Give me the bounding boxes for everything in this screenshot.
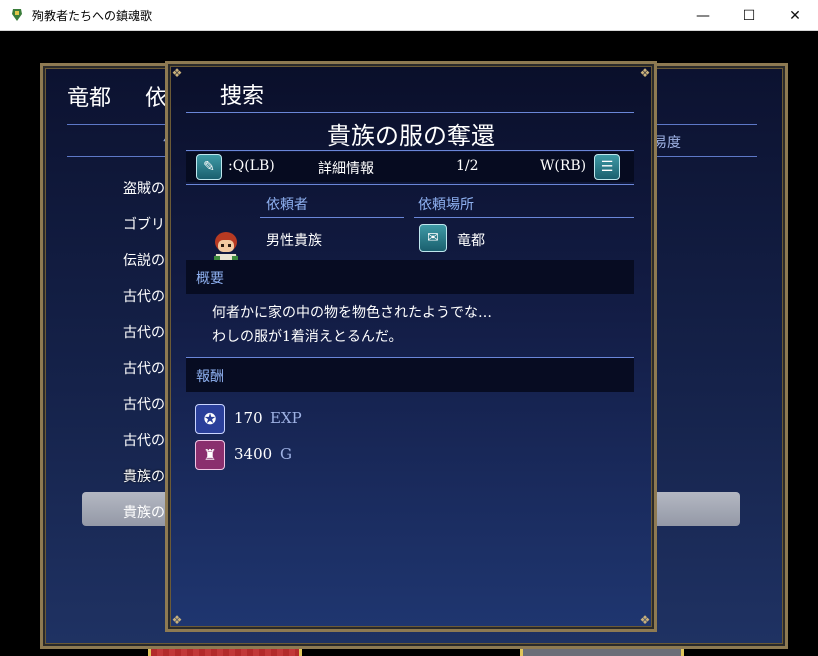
list-item[interactable]: 貴族の <box>123 502 165 522</box>
next-page-hint[interactable]: W(RB) <box>540 158 586 174</box>
frame-ornament-icon: ❖ <box>639 613 651 627</box>
exp-value: 170 <box>234 409 263 427</box>
page-indicator: 1/2 <box>456 158 479 174</box>
gold-icon: ♜ <box>195 440 225 470</box>
book-next-icon[interactable]: ☰ <box>594 154 620 180</box>
list-item[interactable]: 古代の <box>123 430 165 450</box>
frame-ornament-icon: ❖ <box>171 613 183 627</box>
book-prev-icon[interactable]: ✎ <box>196 154 222 180</box>
divider <box>414 217 634 218</box>
reward-header: 報酬 <box>186 358 634 392</box>
place-value: 竜都 <box>457 233 485 249</box>
gold-unit: G <box>280 445 292 463</box>
map-icon: ✉ <box>419 224 447 252</box>
list-item[interactable]: 伝説の <box>123 250 165 270</box>
divider <box>186 184 634 185</box>
list-item[interactable]: 古代の <box>123 286 165 306</box>
close-icon: ✕ <box>789 7 801 24</box>
summary-label: 概要 <box>196 271 224 287</box>
summary-line-1: 何者かに家の中の物を物色されたようでな… <box>212 305 492 321</box>
close-button[interactable]: ✕ <box>772 0 818 31</box>
divider <box>186 150 634 151</box>
summary-line-2: わしの服が1着消えとるんだ。 <box>212 329 403 345</box>
client-value: 男性貴族 <box>266 233 322 249</box>
reward-label: 報酬 <box>196 369 224 385</box>
app-icon <box>12 9 22 21</box>
minimize-icon: — <box>696 7 710 24</box>
maximize-button[interactable]: ☐ <box>726 0 772 31</box>
maximize-icon: ☐ <box>742 7 756 24</box>
game-viewport: ﹀ ﹀ ﹀ ﹀ ﹀ ﹀ 竜都 依 依 易度 盗賊の ゴブリ 伝説の 古代の 古代… <box>0 31 818 656</box>
tab-label: 詳細情報 <box>318 161 374 177</box>
minimize-button[interactable]: — <box>680 0 726 31</box>
divider <box>186 112 634 113</box>
list-item[interactable]: 古代の <box>123 322 165 342</box>
client-label: 依頼者 <box>266 197 308 213</box>
gold-value: 3400 <box>234 445 273 463</box>
quest-detail-window: ❖ ❖ ❖ ❖ 捜索 貴族の服の奪還 ✎ :Q(LB) 詳細情報 1/2 W(R… <box>165 61 657 632</box>
place-label: 依頼場所 <box>418 197 474 213</box>
prev-page-hint[interactable]: :Q(LB) <box>228 158 275 174</box>
exp-unit: EXP <box>270 409 302 427</box>
list-item[interactable]: 古代の <box>123 394 165 414</box>
column-header-difficulty: 易度 <box>653 135 681 151</box>
window-titlebar: 殉教者たちへの鎮魂歌 — ☐ ✕ <box>0 0 818 31</box>
list-title-partial: 依 <box>145 86 168 111</box>
summary-header: 概要 <box>186 260 634 294</box>
list-item[interactable]: ゴブリ <box>123 214 165 234</box>
divider <box>260 217 404 218</box>
page-tab-bar: ✎ :Q(LB) 詳細情報 1/2 W(RB) ☰ <box>186 152 634 182</box>
list-item-selected[interactable]: 貴族の <box>123 466 165 486</box>
frame-ornament-icon: ❖ <box>171 66 183 80</box>
window-title: 殉教者たちへの鎮魂歌 <box>32 9 153 23</box>
location-title: 竜都 <box>67 86 112 111</box>
quest-title: 貴族の服の奪還 <box>327 122 495 150</box>
frame-ornament-icon: ❖ <box>639 66 651 80</box>
list-item[interactable]: 盗賊の <box>123 178 165 198</box>
list-item[interactable]: 古代の <box>123 358 165 378</box>
exp-icon: ✪ <box>195 404 225 434</box>
window-header: 捜索 <box>220 84 265 109</box>
